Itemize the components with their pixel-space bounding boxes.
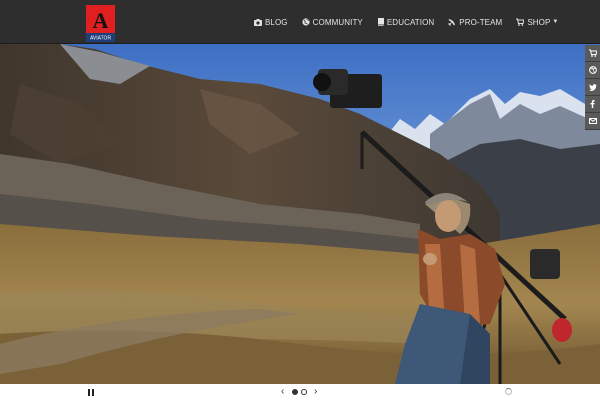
nav-pro-team[interactable]: PRO-TEAM <box>448 18 502 27</box>
twitter-icon <box>588 83 597 91</box>
hero-slide <box>0 44 600 384</box>
nav-blog[interactable]: BLOG <box>254 18 288 27</box>
pause-icon[interactable] <box>88 389 94 396</box>
nav-community[interactable]: COMMUNITY <box>302 18 363 27</box>
loading-spinner-icon <box>505 388 512 395</box>
nav-education[interactable]: EDUCATION <box>377 18 434 27</box>
hero-photo-camera-operator <box>0 44 600 384</box>
camera-icon <box>254 18 262 26</box>
nav-shop[interactable]: SHOP ▼ <box>516 18 558 27</box>
slider-dot-1[interactable] <box>292 389 298 395</box>
side-cart-button[interactable] <box>585 45 600 62</box>
main-nav: BLOG COMMUNITY EDUCATION PRO-TEAM SHOP ▼ <box>254 0 558 44</box>
dribbble-icon <box>588 66 597 74</box>
nav-education-label: EDUCATION <box>386 17 435 27</box>
cart-icon <box>588 49 597 57</box>
slider-next-arrow[interactable]: › <box>314 385 317 399</box>
slider-prev-arrow[interactable]: ‹ <box>281 385 284 399</box>
nav-pro-team-label: PRO-TEAM <box>459 17 503 27</box>
slider-controls: ‹ › <box>0 384 600 400</box>
social-sidebar <box>585 45 600 130</box>
side-mail-button[interactable] <box>585 113 600 130</box>
plane-icon <box>448 18 456 26</box>
mail-icon <box>588 118 597 124</box>
cart-icon <box>516 18 525 26</box>
chevron-down-icon: ▼ <box>552 19 559 25</box>
slider-dot-2[interactable] <box>301 389 307 395</box>
nav-blog-label: BLOG <box>265 17 288 27</box>
aviator-logo[interactable]: A AVIATOR <box>86 5 115 42</box>
nav-community-label: COMMUNITY <box>312 17 363 27</box>
site-header: A AVIATOR BLOG COMMUNITY EDUCATION PRO-T… <box>0 0 600 44</box>
side-dribbble-button[interactable] <box>585 62 600 79</box>
nav-shop-label: SHOP <box>527 17 551 27</box>
side-twitter-button[interactable] <box>585 79 600 96</box>
book-icon <box>377 18 384 26</box>
side-facebook-button[interactable] <box>585 96 600 113</box>
globe-icon <box>302 18 310 26</box>
svg-text:AVIATOR: AVIATOR <box>90 36 112 42</box>
facebook-icon <box>590 100 595 108</box>
svg-text:A: A <box>93 8 109 33</box>
